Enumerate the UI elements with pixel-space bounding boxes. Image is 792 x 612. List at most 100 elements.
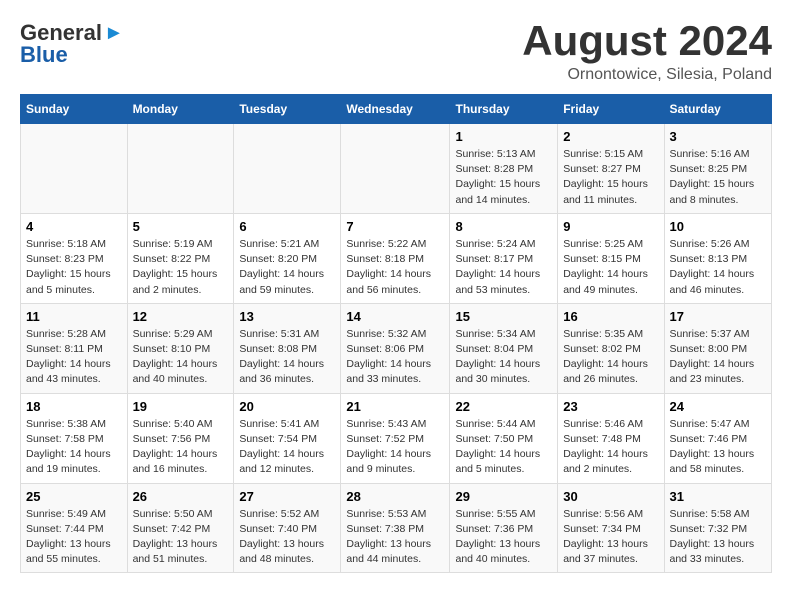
day-number: 21 [346, 399, 444, 414]
day-info: Sunrise: 5:38 AM Sunset: 7:58 PM Dayligh… [26, 417, 122, 478]
calendar-cell [234, 124, 341, 214]
calendar-cell: 2Sunrise: 5:15 AM Sunset: 8:27 PM Daylig… [558, 124, 664, 214]
day-number: 24 [670, 399, 767, 414]
day-number: 13 [239, 309, 335, 324]
calendar-cell: 15 Sunrise: 5:34 AM Sunset: 8:04 PM Dayli… [450, 303, 558, 393]
day-info: Sunrise: 5:53 AM Sunset: 7:38 PM Dayligh… [346, 507, 444, 568]
calendar-cell: 23 Sunrise: 5:46 AM Sunset: 7:48 PM Dayli… [558, 393, 664, 483]
day-info: Sunrise: 5:46 AM Sunset: 7:48 PM Dayligh… [563, 417, 658, 478]
day-info: Sunrise: 5:41 AM Sunset: 7:54 PM Dayligh… [239, 417, 335, 478]
day-info: Sunrise: 5:22 AM Sunset: 8:18 PM Dayligh… [346, 237, 444, 298]
location-subtitle: Ornontowice, Silesia, Poland [522, 66, 772, 84]
col-wednesday: Wednesday [341, 95, 450, 124]
day-number: 22 [455, 399, 552, 414]
calendar-cell [21, 124, 128, 214]
calendar-cell: 1Sunrise: 5:13 AM Sunset: 8:28 PM Daylig… [450, 124, 558, 214]
calendar-week-row: 18Sunrise: 5:38 AM Sunset: 7:58 PM Dayli… [21, 393, 772, 483]
col-monday: Monday [127, 95, 234, 124]
calendar-cell: 5 Sunrise: 5:19 AM Sunset: 8:22 PM Daylig… [127, 213, 234, 303]
calendar-cell: 7 Sunrise: 5:22 AM Sunset: 8:18 PM Daylig… [341, 213, 450, 303]
day-info: Sunrise: 5:56 AM Sunset: 7:34 PM Dayligh… [563, 507, 658, 568]
day-info: Sunrise: 5:19 AM Sunset: 8:22 PM Dayligh… [133, 237, 229, 298]
logo: General ► Blue [20, 20, 124, 68]
day-number: 11 [26, 309, 122, 324]
header: General ► Blue August 2024 Ornontowice, … [20, 20, 772, 84]
calendar-week-row: 1Sunrise: 5:13 AM Sunset: 8:28 PM Daylig… [21, 124, 772, 214]
day-number: 14 [346, 309, 444, 324]
calendar-cell: 13 Sunrise: 5:31 AM Sunset: 8:08 PM Dayli… [234, 303, 341, 393]
calendar-cell: 30 Sunrise: 5:56 AM Sunset: 7:34 PM Dayli… [558, 483, 664, 573]
day-number: 25 [26, 489, 122, 504]
calendar-cell: 24Sunrise: 5:47 AM Sunset: 7:46 PM Dayli… [664, 393, 772, 483]
calendar-cell: 6 Sunrise: 5:21 AM Sunset: 8:20 PM Daylig… [234, 213, 341, 303]
day-number: 4 [26, 219, 122, 234]
day-info: Sunrise: 5:13 AM Sunset: 8:28 PM Dayligh… [455, 147, 552, 208]
day-info: Sunrise: 5:37 AM Sunset: 8:00 PM Dayligh… [670, 327, 767, 388]
day-info: Sunrise: 5:16 AM Sunset: 8:25 PM Dayligh… [670, 147, 767, 208]
day-info: Sunrise: 5:34 AM Sunset: 8:04 PM Dayligh… [455, 327, 552, 388]
day-info: Sunrise: 5:21 AM Sunset: 8:20 PM Dayligh… [239, 237, 335, 298]
calendar-cell: 12 Sunrise: 5:29 AM Sunset: 8:10 PM Dayli… [127, 303, 234, 393]
calendar-cell: 3Sunrise: 5:16 AM Sunset: 8:25 PM Daylig… [664, 124, 772, 214]
calendar-week-row: 11 Sunrise: 5:28 AM Sunset: 8:11 PM Dayli… [21, 303, 772, 393]
day-number: 23 [563, 399, 658, 414]
day-number: 16 [563, 309, 658, 324]
day-info: Sunrise: 5:25 AM Sunset: 8:15 PM Dayligh… [563, 237, 658, 298]
day-number: 31 [670, 489, 767, 504]
calendar-cell: 19 Sunrise: 5:40 AM Sunset: 7:56 PM Dayli… [127, 393, 234, 483]
day-number: 5 [133, 219, 229, 234]
col-sunday: Sunday [21, 95, 128, 124]
day-info: Sunrise: 5:28 AM Sunset: 8:11 PM Dayligh… [26, 327, 122, 388]
calendar-cell: 18Sunrise: 5:38 AM Sunset: 7:58 PM Dayli… [21, 393, 128, 483]
day-number: 27 [239, 489, 335, 504]
calendar-cell: 17 Sunrise: 5:37 AM Sunset: 8:00 PM Dayli… [664, 303, 772, 393]
day-number: 19 [133, 399, 229, 414]
day-info: Sunrise: 5:44 AM Sunset: 7:50 PM Dayligh… [455, 417, 552, 478]
calendar-cell: 20Sunrise: 5:41 AM Sunset: 7:54 PM Dayli… [234, 393, 341, 483]
day-info: Sunrise: 5:40 AM Sunset: 7:56 PM Dayligh… [133, 417, 229, 478]
calendar-week-row: 4 Sunrise: 5:18 AM Sunset: 8:23 PM Daylig… [21, 213, 772, 303]
day-number: 17 [670, 309, 767, 324]
calendar-header-row: Sunday Monday Tuesday Wednesday Thursday… [21, 95, 772, 124]
day-number: 6 [239, 219, 335, 234]
calendar-cell [127, 124, 234, 214]
col-saturday: Saturday [664, 95, 772, 124]
day-number: 15 [455, 309, 552, 324]
title-section: August 2024 Ornontowice, Silesia, Poland [522, 20, 772, 84]
day-number: 30 [563, 489, 658, 504]
calendar-cell: 21 Sunrise: 5:43 AM Sunset: 7:52 PM Dayli… [341, 393, 450, 483]
day-info: Sunrise: 5:52 AM Sunset: 7:40 PM Dayligh… [239, 507, 335, 568]
calendar-cell: 16 Sunrise: 5:35 AM Sunset: 8:02 PM Dayli… [558, 303, 664, 393]
col-friday: Friday [558, 95, 664, 124]
day-info: Sunrise: 5:24 AM Sunset: 8:17 PM Dayligh… [455, 237, 552, 298]
day-info: Sunrise: 5:43 AM Sunset: 7:52 PM Dayligh… [346, 417, 444, 478]
day-number: 8 [455, 219, 552, 234]
day-number: 12 [133, 309, 229, 324]
calendar-cell: 11 Sunrise: 5:28 AM Sunset: 8:11 PM Dayli… [21, 303, 128, 393]
calendar-cell: 28 Sunrise: 5:53 AM Sunset: 7:38 PM Dayli… [341, 483, 450, 573]
calendar-cell: 8 Sunrise: 5:24 AM Sunset: 8:17 PM Daylig… [450, 213, 558, 303]
day-info: Sunrise: 5:18 AM Sunset: 8:23 PM Dayligh… [26, 237, 122, 298]
col-tuesday: Tuesday [234, 95, 341, 124]
page-container: General ► Blue August 2024 Ornontowice, … [0, 0, 792, 583]
day-info: Sunrise: 5:55 AM Sunset: 7:36 PM Dayligh… [455, 507, 552, 568]
calendar-cell: 27 Sunrise: 5:52 AM Sunset: 7:40 PM Dayli… [234, 483, 341, 573]
day-info: Sunrise: 5:31 AM Sunset: 8:08 PM Dayligh… [239, 327, 335, 388]
day-info: Sunrise: 5:50 AM Sunset: 7:42 PM Dayligh… [133, 507, 229, 568]
calendar-cell: 9 Sunrise: 5:25 AM Sunset: 8:15 PM Daylig… [558, 213, 664, 303]
day-number: 9 [563, 219, 658, 234]
day-info: Sunrise: 5:35 AM Sunset: 8:02 PM Dayligh… [563, 327, 658, 388]
day-number: 7 [346, 219, 444, 234]
day-number: 28 [346, 489, 444, 504]
day-info: Sunrise: 5:29 AM Sunset: 8:10 PM Dayligh… [133, 327, 229, 388]
calendar-cell: 4 Sunrise: 5:18 AM Sunset: 8:23 PM Daylig… [21, 213, 128, 303]
logo-blue: Blue [20, 42, 124, 68]
day-info: Sunrise: 5:15 AM Sunset: 8:27 PM Dayligh… [563, 147, 658, 208]
calendar-body: 1Sunrise: 5:13 AM Sunset: 8:28 PM Daylig… [21, 124, 772, 573]
col-thursday: Thursday [450, 95, 558, 124]
day-number: 26 [133, 489, 229, 504]
calendar-cell: 22 Sunrise: 5:44 AM Sunset: 7:50 PM Dayli… [450, 393, 558, 483]
day-info: Sunrise: 5:49 AM Sunset: 7:44 PM Dayligh… [26, 507, 122, 568]
calendar-table: Sunday Monday Tuesday Wednesday Thursday… [20, 94, 772, 573]
day-number: 29 [455, 489, 552, 504]
